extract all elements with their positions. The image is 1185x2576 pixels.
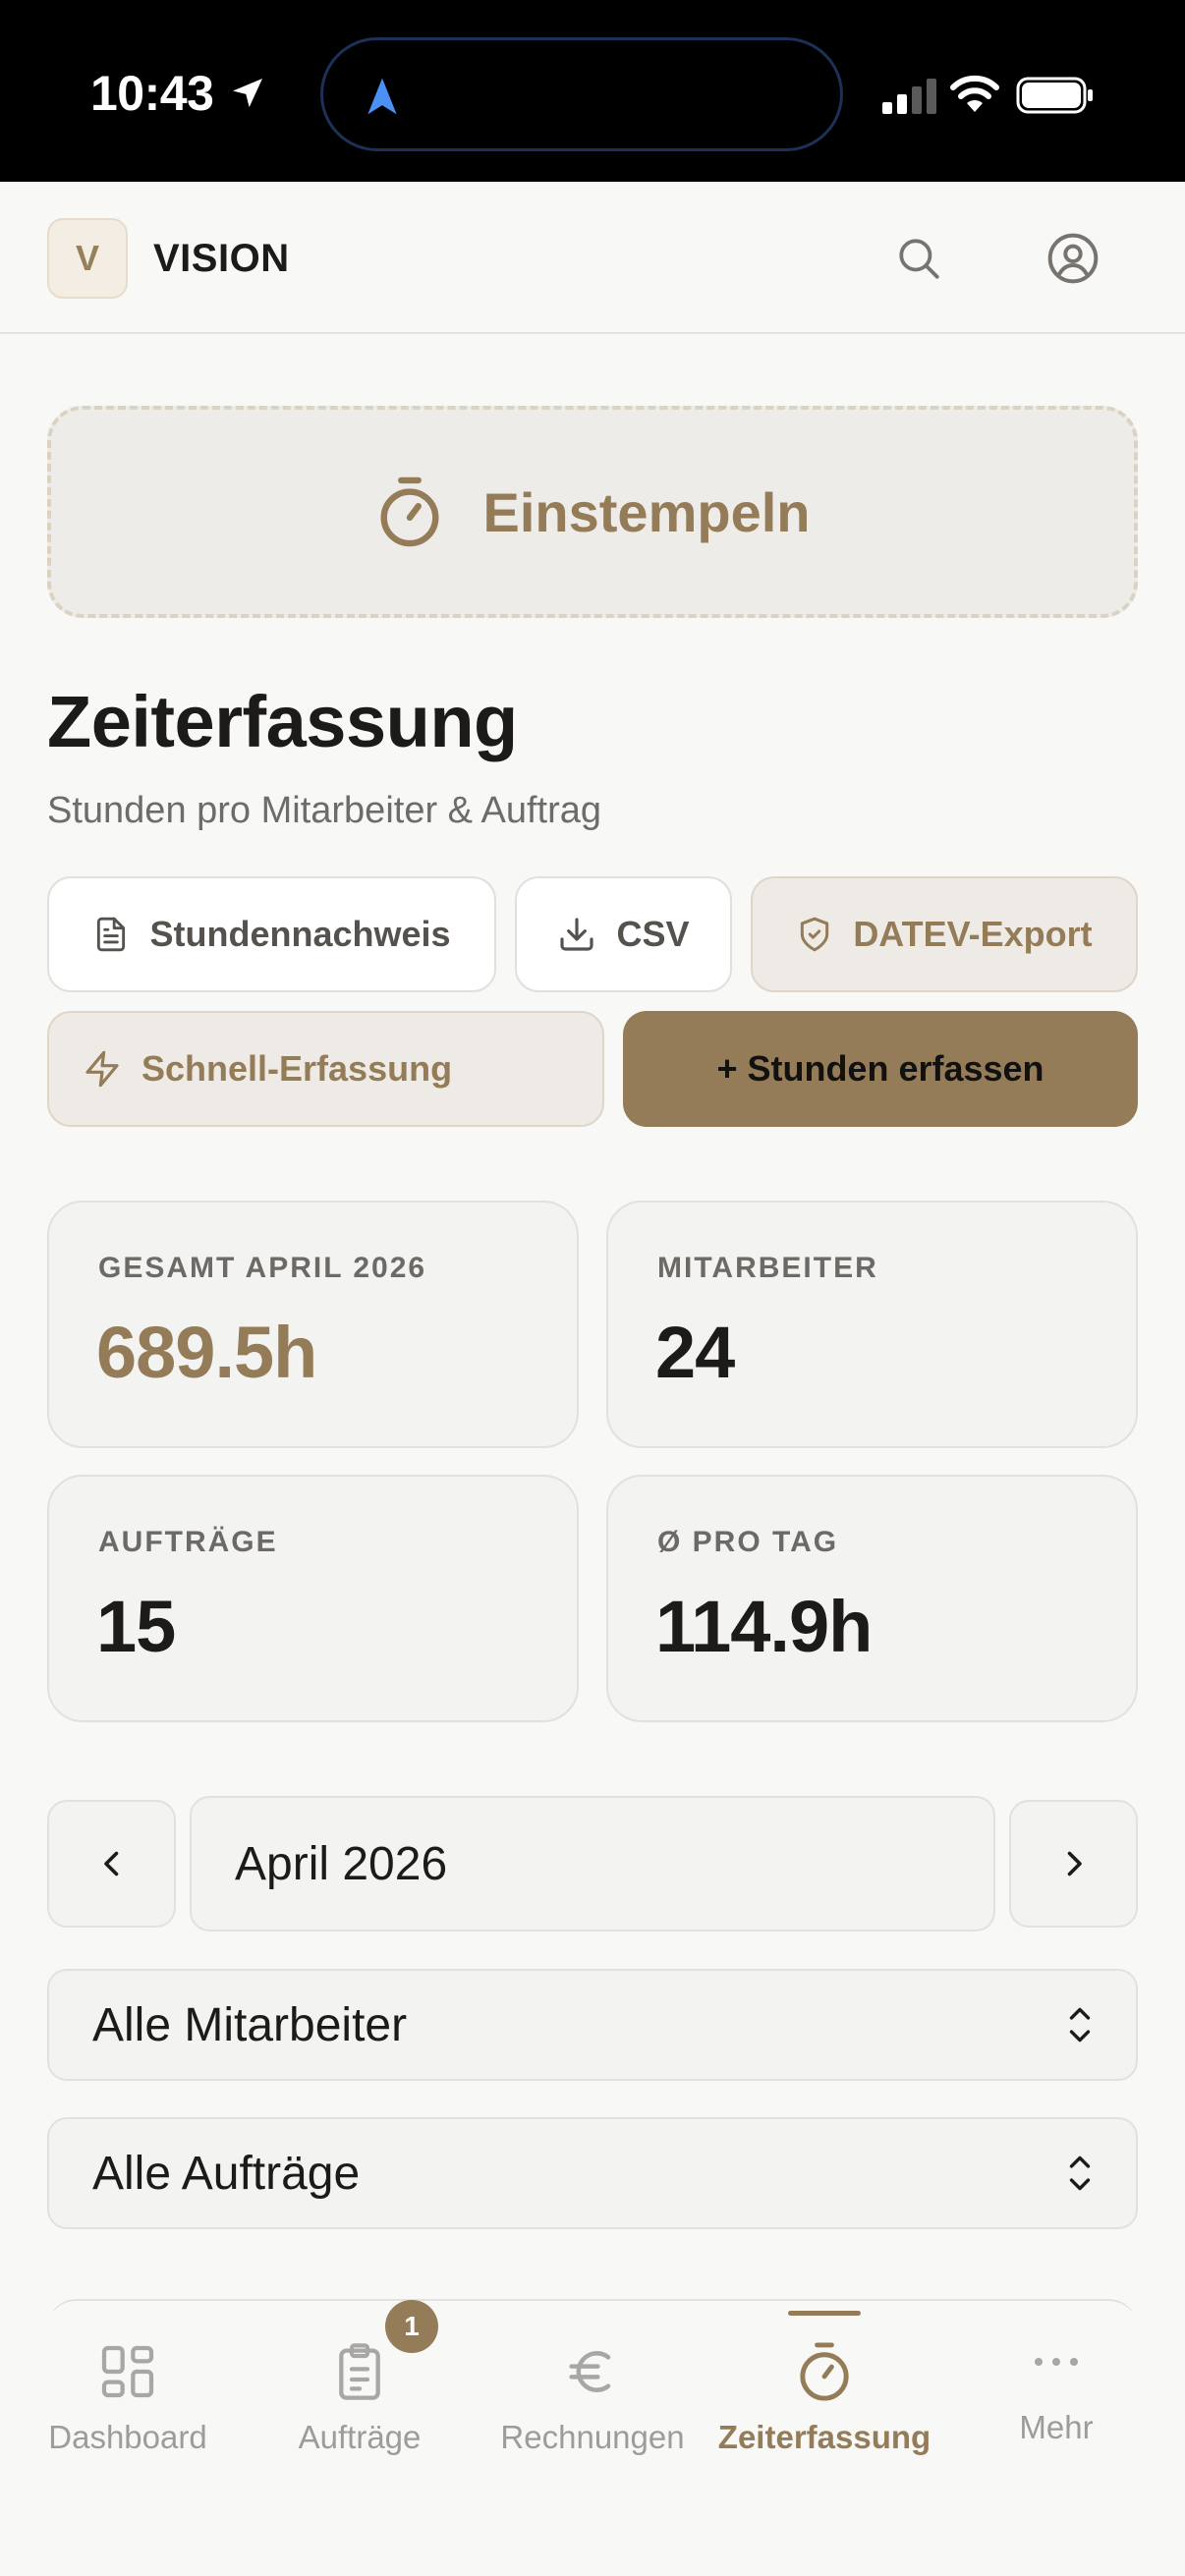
wifi-icon [950, 75, 999, 112]
timesheet-label: Stundennachweis [149, 914, 451, 954]
tab-label: Mehr [1019, 2409, 1094, 2445]
stat-label: GESAMT APRIL 2026 [98, 1252, 427, 1284]
chevron-right-icon [1067, 1851, 1082, 1876]
tab-label: Aufträge [298, 2419, 422, 2455]
download-icon [560, 918, 594, 951]
stat-label: MITARBEITER [657, 1252, 878, 1284]
cellular-signal-icon [882, 79, 936, 114]
brand-name: VISION [153, 237, 290, 280]
location-arrow-icon [233, 79, 262, 108]
tab-dashboard[interactable]: Dashboard [12, 2311, 244, 2507]
stat-card-orders: AUFTRÄGE 15 [47, 1475, 579, 1722]
euro-icon [569, 2351, 611, 2392]
tab-invoices[interactable]: Rechnungen [477, 2311, 708, 2507]
previous-month-button[interactable] [47, 1800, 176, 1928]
datev-export-button[interactable]: DATEV-Export [751, 876, 1138, 992]
user-account-icon[interactable] [1045, 231, 1100, 286]
page-title: Zeiterfassung [47, 681, 518, 762]
stopwatch-icon [380, 476, 438, 547]
clock-in-button[interactable]: Einstempeln [47, 406, 1138, 618]
order-select[interactable]: Alle Aufträge [47, 2117, 1138, 2229]
csv-label: CSV [616, 914, 690, 954]
page-subtitle: Stunden pro Mitarbeiter & Auftrag [47, 790, 601, 831]
stat-card-total: GESAMT APRIL 2026 689.5h [47, 1201, 579, 1448]
month-label: April 2026 [235, 1837, 448, 1890]
lightning-icon [85, 1050, 119, 1088]
dashboard-grid-icon [101, 2345, 154, 2398]
next-month-button[interactable] [1009, 1800, 1138, 1928]
clock-in-label: Einstempeln [482, 480, 811, 543]
order-select-value: Alle Aufträge [92, 2147, 361, 2200]
tab-label: Dashboard [48, 2419, 207, 2455]
stat-card-per-day: Ø PRO TAG 114.9h [606, 1475, 1138, 1722]
stat-label: Ø PRO TAG [657, 1526, 839, 1558]
stat-value: 114.9h [655, 1586, 873, 1667]
bottom-tab-bar: Dashboard Aufträge Rechnungen Zeiterfass… [0, 2311, 1185, 2576]
tab-label: Zeiterfassung [717, 2419, 931, 2455]
quick-entry-button[interactable]: Schnell-Erfassung [47, 1011, 604, 1127]
month-picker[interactable]: April 2026 [190, 1796, 995, 1932]
stat-value: 689.5h [96, 1312, 317, 1393]
document-icon [97, 917, 126, 952]
tab-more[interactable]: Mehr [940, 2311, 1172, 2507]
dynamic-island [320, 37, 843, 151]
chevron-left-icon [103, 1851, 118, 1876]
employee-select[interactable]: Alle Mitarbeiter [47, 1969, 1138, 2081]
more-dots-icon [1035, 2358, 1078, 2366]
timesheet-button[interactable]: Stundennachweis [47, 876, 496, 992]
app-header: V VISION [0, 182, 1185, 334]
orders-notification-badge: 1 [385, 2300, 438, 2353]
tab-orders[interactable]: Aufträge [244, 2311, 476, 2507]
tab-label: Rechnungen [500, 2419, 685, 2455]
search-icon[interactable] [894, 234, 943, 283]
logo[interactable]: V [47, 218, 128, 299]
datev-label: DATEV-Export [853, 914, 1093, 954]
stat-card-employees: MITARBEITER 24 [606, 1201, 1138, 1448]
employee-select-value: Alle Mitarbeiter [92, 1998, 408, 2051]
navigation-arrow-icon [367, 78, 397, 115]
add-hours-button[interactable]: + Stunden erfassen [623, 1011, 1138, 1127]
stat-value: 15 [96, 1586, 176, 1667]
add-hours-label: + Stunden erfassen [716, 1048, 1044, 1089]
tab-time-tracking[interactable]: Zeiterfassung [708, 2311, 940, 2507]
stat-label: AUFTRÄGE [98, 1526, 278, 1558]
chevron-up-down-icon [1069, 2156, 1091, 2191]
shield-check-icon [801, 917, 829, 952]
stat-value: 24 [655, 1312, 735, 1393]
clipboard-list-icon [339, 2343, 380, 2400]
status-bar: 10:43 [0, 0, 1185, 182]
quick-entry-label: Schnell-Erfassung [141, 1048, 453, 1089]
active-tab-indicator [788, 2311, 861, 2316]
chevron-up-down-icon [1069, 2007, 1091, 2043]
stopwatch-icon [800, 2342, 849, 2401]
status-time: 10:43 [90, 66, 214, 121]
csv-export-button[interactable]: CSV [515, 876, 732, 992]
battery-icon [1016, 77, 1093, 114]
